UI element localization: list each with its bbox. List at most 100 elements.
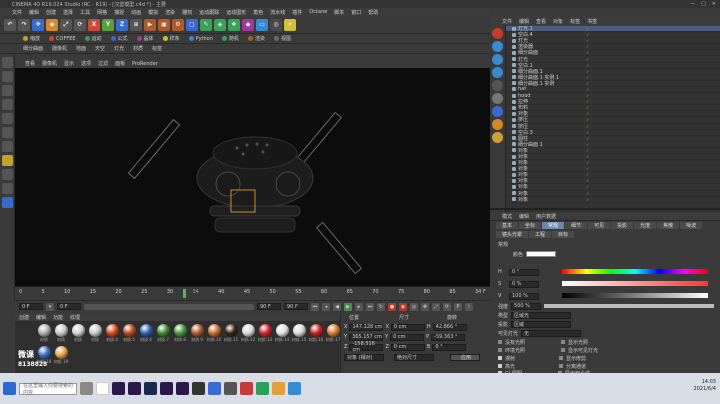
rotation-key-icon[interactable]: ⟳ xyxy=(443,302,451,311)
checkbox[interactable] xyxy=(561,348,566,352)
menu-select[interactable]: 选择 xyxy=(63,9,73,16)
visibility-check-icon[interactable]: ✓ xyxy=(586,105,589,110)
visibility-check-icon[interactable]: ✓ xyxy=(586,124,589,129)
coordinate-system-icon[interactable]: ⊕ xyxy=(130,18,142,31)
attr-tab[interactable]: 可见 xyxy=(588,222,611,229)
visibility-check-icon[interactable]: ✓ xyxy=(586,166,589,171)
material-menu-edit[interactable]: 编辑 xyxy=(36,314,46,321)
render-picture-viewer-icon[interactable]: ▣ xyxy=(158,18,170,31)
viewport-menu-camera[interactable]: 摄像机 xyxy=(42,60,57,67)
toolbar3-item[interactable]: 细分曲面 xyxy=(20,45,46,52)
checkbox[interactable] xyxy=(498,364,502,368)
checkbox[interactable] xyxy=(498,348,502,352)
menu-help[interactable]: 帮助 xyxy=(368,9,378,16)
object-row[interactable]: 对象 ✓ xyxy=(506,197,720,203)
attr-tab[interactable]: 基本 xyxy=(496,222,519,229)
material-swatch[interactable]: 材质.15 xyxy=(292,324,306,343)
scale-key-icon[interactable]: ⤢ xyxy=(432,302,440,311)
after-effects-icon[interactable] xyxy=(176,382,189,395)
menu-file[interactable]: 文件 xyxy=(12,9,22,16)
play-icon[interactable]: ▶ xyxy=(344,302,352,311)
tab-target[interactable]: 目标 xyxy=(552,230,575,238)
floor-icon[interactable]: ▭ xyxy=(256,18,268,31)
toolbar2-item[interactable]: 晶体 xyxy=(134,35,157,42)
polygons-mode-icon[interactable] xyxy=(2,127,13,138)
workplane-align-icon[interactable] xyxy=(2,197,13,208)
attr-tab[interactable]: 常规 xyxy=(542,222,565,229)
visibility-check-icon[interactable]: ✓ xyxy=(586,142,589,147)
size-y-input[interactable]: 0 cm xyxy=(390,333,425,341)
material-swatch[interactable]: 材质 xyxy=(88,324,102,343)
material-swatch[interactable]: 材质.13 xyxy=(258,324,272,343)
after-effects-icon[interactable] xyxy=(128,382,141,395)
checkbox[interactable] xyxy=(561,340,566,344)
size-mode-select[interactable]: 绝对尺寸 xyxy=(394,353,434,361)
subdivision-icon[interactable]: ◈ xyxy=(214,18,226,31)
material-swatch[interactable]: 材质.4 xyxy=(105,324,119,343)
minimize-icon[interactable]: — xyxy=(690,1,695,7)
param-key-icon[interactable]: P xyxy=(454,302,462,311)
object-menu-tags[interactable]: 标签 xyxy=(570,18,580,25)
position-key-icon[interactable]: ✥ xyxy=(421,302,429,311)
intensity-input[interactable]: 500 % xyxy=(511,302,542,310)
layers-tab-icon[interactable] xyxy=(492,80,503,91)
material-swatch[interactable]: 材质.10 xyxy=(207,324,221,343)
toolbar2-item[interactable]: Python xyxy=(186,35,216,42)
visibility-check-icon[interactable]: ✓ xyxy=(586,130,589,135)
viewport-menu-options[interactable]: 选项 xyxy=(81,60,91,67)
material-swatch[interactable]: 材质.8 xyxy=(173,324,187,343)
rotate-tool-icon[interactable]: ⟳ xyxy=(74,18,86,31)
lock-icon[interactable] xyxy=(2,169,13,180)
undo-icon[interactable]: ↶ xyxy=(4,18,16,31)
toolbar3-item[interactable]: 摄像机 xyxy=(49,45,70,52)
move-tool-icon[interactable]: ✥ xyxy=(32,18,44,31)
maximize-icon[interactable]: □ xyxy=(701,1,706,7)
material-swatch[interactable]: 材质.12 xyxy=(241,324,255,343)
material-swatch[interactable]: 材质.11 xyxy=(224,324,238,343)
material-swatch[interactable]: 材质.7 xyxy=(156,324,170,343)
camera-icon[interactable]: ◎ xyxy=(270,18,282,31)
model-mode-icon[interactable] xyxy=(2,57,13,68)
menu-mesh[interactable]: 网格 xyxy=(97,9,107,16)
windows-start-icon[interactable] xyxy=(3,382,16,395)
axis-y-button[interactable]: Y xyxy=(102,18,114,31)
octane-icon[interactable] xyxy=(492,28,503,39)
content-browser-icon[interactable] xyxy=(492,54,503,65)
attr-tab[interactable]: 焦散 xyxy=(657,222,680,229)
app-icon[interactable] xyxy=(240,382,253,395)
axis-x-button[interactable]: X xyxy=(88,18,100,31)
window-controls[interactable]: — □ ✕ xyxy=(690,1,716,7)
position-y-input[interactable]: 365.157 cm xyxy=(349,333,384,341)
attr-tab[interactable]: 光度 xyxy=(634,222,657,229)
task-view-icon[interactable] xyxy=(80,382,93,395)
close-icon[interactable]: ✕ xyxy=(712,1,716,7)
viewport-menu-prorender[interactable]: ProRender xyxy=(132,61,158,67)
material-swatch[interactable]: 材质 xyxy=(54,324,68,343)
render-view-icon[interactable]: ▶ xyxy=(144,18,156,31)
attr-tab[interactable]: 细节 xyxy=(565,222,588,229)
visibility-check-icon[interactable]: ✓ xyxy=(586,87,589,92)
visibility-check-icon[interactable]: ✓ xyxy=(586,184,589,189)
visibility-check-icon[interactable]: ✓ xyxy=(586,44,589,49)
menu-mograph[interactable]: 运动图形 xyxy=(226,9,246,16)
viewport-menu-filter[interactable]: 过滤 xyxy=(98,60,108,67)
texture-mode-icon[interactable] xyxy=(2,71,13,82)
tab-lens-flare[interactable]: 镜头光晕 xyxy=(496,230,529,238)
loop-icon[interactable]: ↻ xyxy=(377,302,385,311)
material-swatch[interactable]: 材质.6 xyxy=(139,324,153,343)
tab-project[interactable]: 工程 xyxy=(529,230,552,238)
visibility-check-icon[interactable]: ✓ xyxy=(586,57,589,62)
takes-icon[interactable] xyxy=(492,119,503,130)
pen-icon[interactable]: ✎ xyxy=(200,18,212,31)
point-level-icon[interactable]: ⁞ xyxy=(465,302,473,311)
visibility-check-icon[interactable]: ✓ xyxy=(586,50,589,55)
keyframe-selection-icon[interactable]: ◎ xyxy=(410,302,418,311)
workplane-icon[interactable] xyxy=(2,85,13,96)
apply-button[interactable]: 应用 xyxy=(450,353,480,361)
position-z-input[interactable]: -158.516 cm xyxy=(349,341,384,353)
viewport-menu-view[interactable]: 查看 xyxy=(25,60,35,67)
current-frame-field[interactable]: 0 F xyxy=(57,303,81,310)
material-swatch[interactable]: 材质.17 xyxy=(326,324,340,343)
size-z-input[interactable]: 0 cm xyxy=(390,343,425,351)
prev-key-icon[interactable]: ◂ xyxy=(322,302,330,311)
